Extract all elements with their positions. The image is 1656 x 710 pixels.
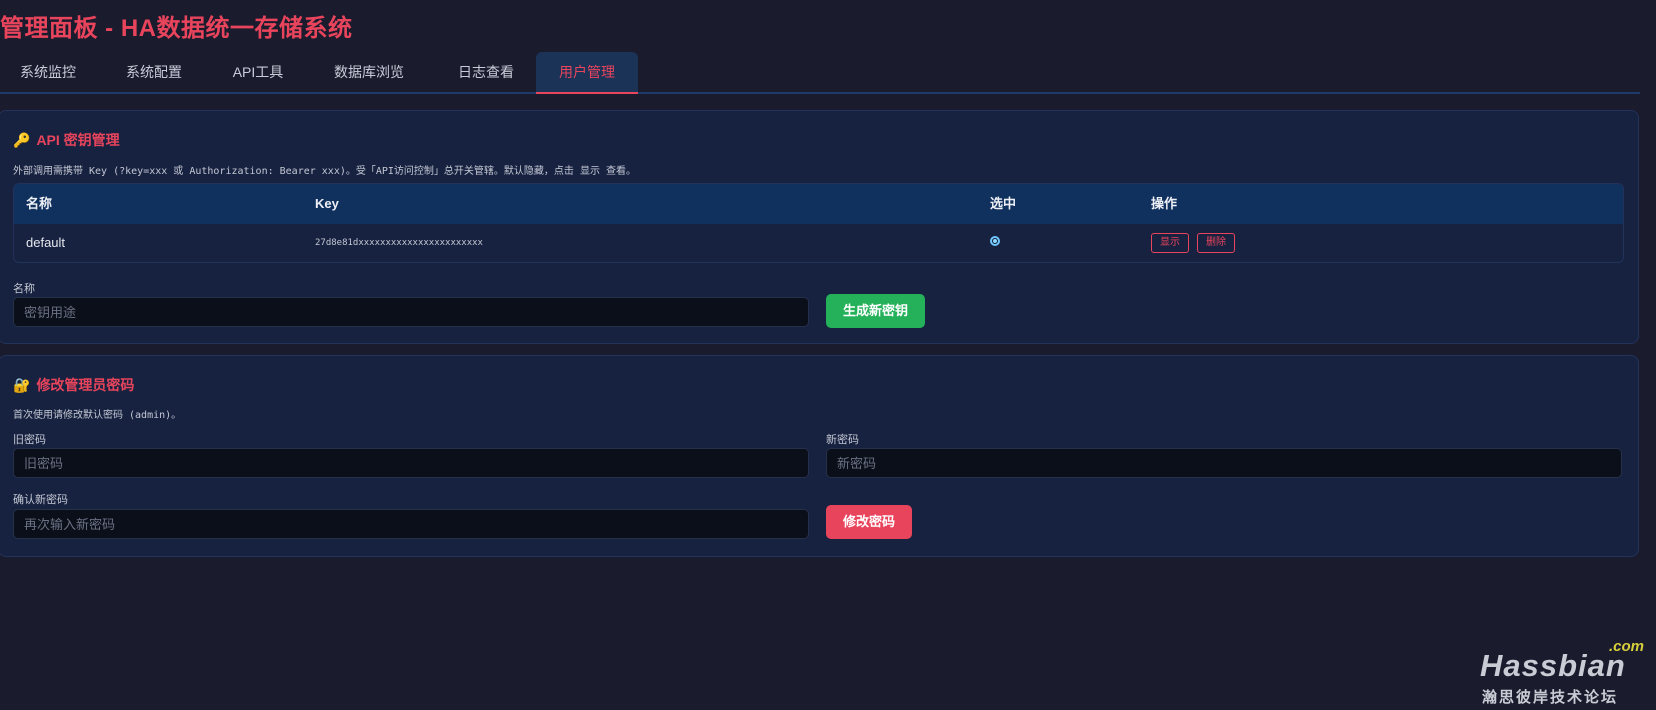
- tab-database-browser[interactable]: 数据库浏览: [312, 52, 426, 92]
- new-password-label: 新密码: [826, 434, 859, 446]
- new-password-input[interactable]: [826, 448, 1622, 478]
- confirm-password-input[interactable]: [13, 509, 809, 539]
- generate-key-button[interactable]: 生成新密钥: [826, 294, 926, 328]
- column-header-key: Key: [315, 196, 339, 211]
- lock-icon: 🔐: [13, 377, 31, 393]
- delete-key-button[interactable]: 删除: [1197, 233, 1235, 253]
- key-name-cell: default: [26, 235, 66, 250]
- tab-system-monitor[interactable]: 系统监控: [0, 52, 96, 92]
- page-title: 管理面板 - HA数据统一存储系统: [0, 15, 353, 42]
- table-row: default 27d8e81dxxxxxxxxxxxxxxxxxxxxxxx …: [14, 224, 1623, 262]
- show-key-button[interactable]: 显示: [1151, 233, 1189, 253]
- confirm-password-label: 确认新密码: [13, 494, 68, 506]
- change-password-button[interactable]: 修改密码: [826, 505, 913, 539]
- watermark-logo: Hassbian: [1480, 648, 1626, 683]
- table-header: 名称 Key 选中 操作: [14, 184, 1623, 224]
- tab-system-config[interactable]: 系统配置: [104, 52, 204, 92]
- api-key-table: 名称 Key 选中 操作 default 27d8e81dxxxxxxxxxxx…: [13, 183, 1624, 263]
- tab-bar: 系统监控 系统配置 API工具 数据库浏览 日志查看 用户管理: [0, 52, 1640, 94]
- api-key-hint: 外部调用需携带 Key (?key=xxx 或 Authorization: B…: [13, 166, 636, 177]
- api-key-card-title: 🔑 API 密钥管理: [13, 130, 120, 150]
- key-selected-radio[interactable]: [990, 236, 1000, 246]
- key-value-cell: 27d8e81dxxxxxxxxxxxxxxxxxxxxxxx: [315, 238, 483, 248]
- key-name-label: 名称: [13, 283, 35, 295]
- tab-api-tools[interactable]: API工具: [212, 52, 304, 92]
- password-card: 🔐 修改管理员密码 首次使用请修改默认密码 (admin)。 旧密码 新密码 确认…: [0, 355, 1639, 557]
- old-password-input[interactable]: [13, 448, 809, 478]
- forum-watermark: .com Hassbian 瀚思彼岸技术论坛: [1478, 638, 1648, 706]
- key-icon: 🔑: [13, 132, 31, 148]
- api-key-card: 🔑 API 密钥管理 外部调用需携带 Key (?key=xxx 或 Author…: [0, 110, 1639, 344]
- key-name-input[interactable]: [13, 297, 809, 327]
- password-title-text: 修改管理员密码: [36, 377, 135, 393]
- column-header-actions: 操作: [1151, 196, 1178, 211]
- api-key-title-text: API 密钥管理: [36, 132, 120, 148]
- password-card-title: 🔐 修改管理员密码: [13, 375, 134, 395]
- watermark-subtitle: 瀚思彼岸技术论坛: [1482, 689, 1619, 706]
- tab-user-management[interactable]: 用户管理: [536, 52, 638, 94]
- old-password-label: 旧密码: [13, 434, 46, 446]
- tab-log-viewer[interactable]: 日志查看: [434, 52, 538, 92]
- column-header-name: 名称: [26, 196, 53, 211]
- column-header-selected: 选中: [990, 196, 1017, 211]
- password-hint: 首次使用请修改默认密码 (admin)。: [13, 410, 182, 421]
